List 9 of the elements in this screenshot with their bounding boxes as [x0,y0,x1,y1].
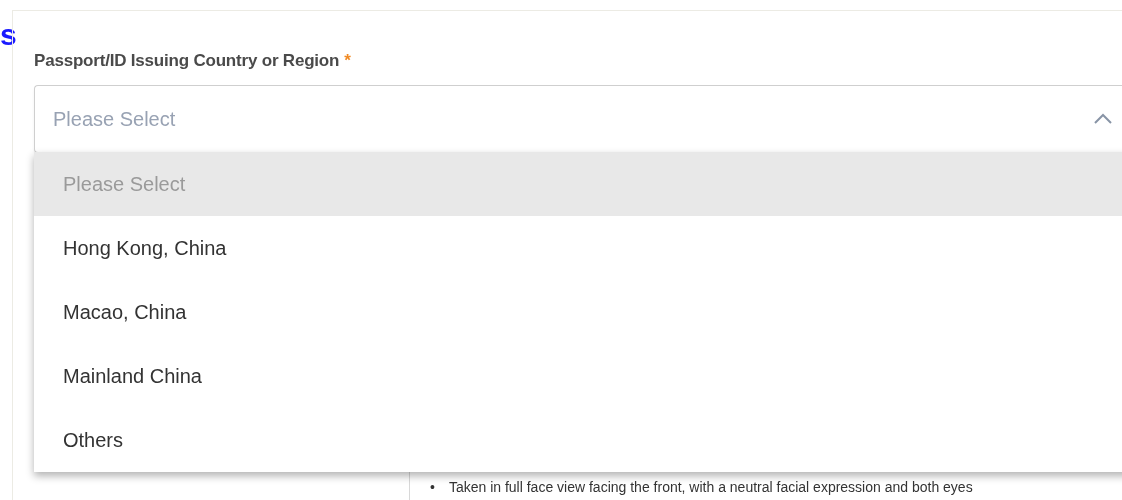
dropdown-option[interactable]: Others [34,408,1122,472]
bullet-mark: • [430,478,435,496]
chevron-up-icon [1093,112,1113,124]
field-label: Passport/ID Issuing Country or Region [34,50,340,72]
required-mark: * [344,50,351,72]
dropdown-option[interactable]: Hong Kong, China [34,216,1122,280]
dropdown-option[interactable]: Mainland China [34,344,1122,408]
dropdown-option[interactable]: Macao, China [34,280,1122,344]
requirement-text: Taken in full face view facing the front, with a neutral facial expression and both eyes [448,478,973,496]
